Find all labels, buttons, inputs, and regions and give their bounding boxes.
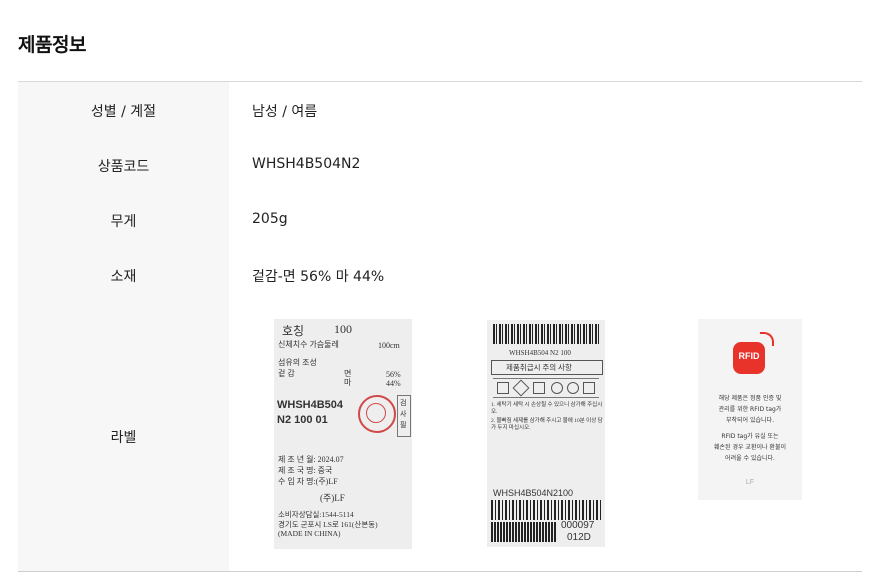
barcode-top-icon (493, 324, 599, 344)
care-code-bottom: WHSH4B504N2100 (493, 488, 574, 498)
label-photo-rfid-card: RFID 해당 제품은 정품 인증 및 관리를 위한 RFID tag가 부착되… (698, 319, 802, 500)
care-symbols-icon (493, 378, 599, 398)
care-title-box: 제품취급시 주의 사항 (491, 360, 603, 375)
row-label-product-code: 상품코드 (97, 159, 150, 175)
row-label-gender-season: 성별 / 계절 (90, 104, 157, 120)
size-value: 100 (334, 322, 352, 336)
label-photo-size-tag: 호칭 100 신체치수 가슴둘레 100cm 섬유의 조성 겉 감 면 56% … (274, 319, 412, 549)
made-in: (MADE IN CHINA) (278, 529, 341, 538)
serial-number-2: 012D (567, 532, 591, 543)
shell-label: 겉 감 (278, 369, 295, 378)
inspection-box: 검사필 (397, 395, 411, 437)
label-code-line2: N2 100 01 (277, 414, 328, 426)
inspection-stamp-icon (358, 395, 396, 433)
care-title: 제품취급시 주의 사항 (506, 363, 572, 372)
chest-label: 신체치수 가슴둘레 (278, 340, 339, 349)
signal-waves-icon (760, 332, 774, 346)
size-title: 호칭 (282, 324, 305, 338)
rfid-line-2: 관리를 위한 RFID tag가 (718, 406, 782, 413)
importer-name: 수 입 자 명:(주)LF (278, 477, 338, 486)
fiber2-percent: 44% (386, 379, 401, 388)
rfid-icon: RFID (733, 342, 765, 374)
row-label-material: 소재 (110, 269, 137, 285)
chest-value: 100cm (378, 341, 400, 350)
row-value-weight: 205g (252, 211, 288, 227)
manufacture-date: 제 조 년 월: 2024.07 (278, 455, 344, 464)
rfid-line-6: 어려울 수 있습니다. (725, 455, 775, 462)
table-bottom-divider (18, 571, 862, 572)
care-note-1: 1. 세탁기 세탁 시 손상될 수 있으니 삼가해 주십시오. (491, 402, 603, 415)
serial-number-1: 000097 (561, 520, 595, 531)
care-code-top: WHSH4B504 N2 100 (509, 349, 571, 357)
rfid-line-1: 해당 제품은 정품 인증 및 (718, 395, 782, 402)
inspection-text: 검사필 (400, 399, 407, 429)
barcode-bottom-icon (491, 500, 601, 520)
label-code-line1: WHSH4B504 (277, 399, 344, 411)
row-value-product-code: WHSH4B504N2 (252, 156, 361, 172)
fiber-title: 섬유의 조성 (278, 358, 317, 367)
care-note-2: 2. 물빠짐 세제를 삼가해 주시고 물에 10분 이상 담가 두지 마십시오. (491, 418, 603, 431)
rfid-line-5: 훼손된 경우 교환이나 환불이 (714, 444, 786, 451)
rfid-icon-text: RFID (738, 351, 760, 361)
label-photo-care-tag: WHSH4B504 N2 100 제품취급시 주의 사항 1. 세탁기 세탁 시… (487, 320, 605, 547)
row-value-gender-season: 남성 / 여름 (252, 104, 318, 120)
origin-country: 제 조 국 명: 중국 (278, 466, 333, 475)
brand-name: (주)LF (320, 493, 345, 503)
rfid-line-3: 부착되어 있습니다. (726, 417, 774, 424)
section-title: 제품정보 (18, 34, 86, 56)
fiber1-percent: 56% (386, 370, 401, 379)
rfid-line-4: RFID tag가 유실 또는 (721, 433, 779, 440)
row-value-material: 겉감-면 56% 마 44% (252, 269, 385, 285)
lf-logo: LF (745, 479, 755, 486)
row-label-label: 라벨 (110, 430, 137, 446)
barcode-small-icon (491, 522, 557, 542)
fiber2-name: 마 (344, 378, 352, 387)
row-label-weight: 무게 (110, 214, 137, 230)
